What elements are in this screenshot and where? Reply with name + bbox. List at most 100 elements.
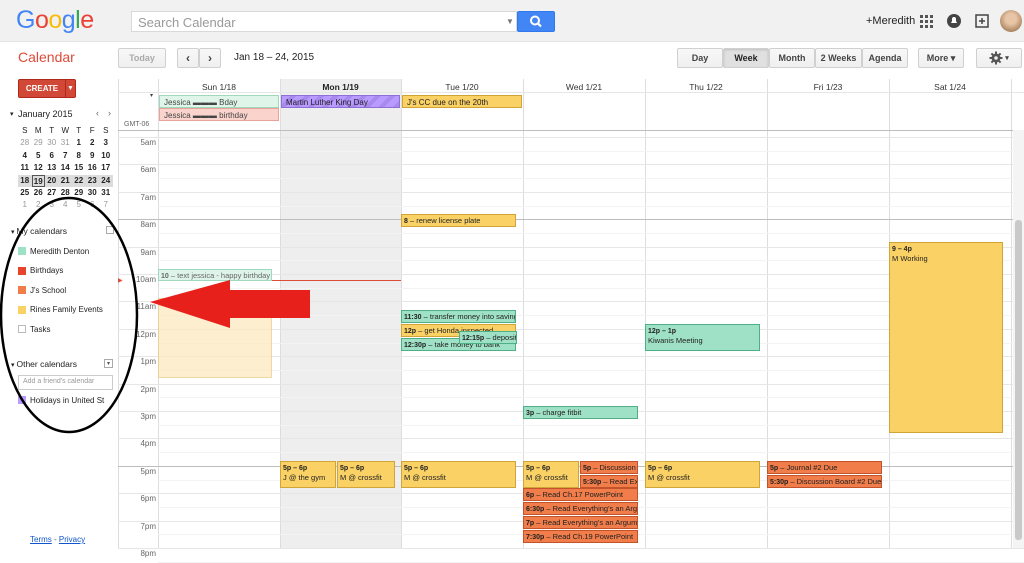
day-header[interactable]: Thu 1/22 [645,82,767,92]
calendar-item[interactable]: Meredith Denton [18,245,89,257]
mini-day[interactable]: 25 [18,187,32,199]
mini-day[interactable]: 5 [32,150,46,162]
mini-day[interactable]: 4 [18,150,32,162]
terms-link[interactable]: Terms [30,535,52,544]
calendar-event[interactable]: 8 – renew license plate [401,214,516,227]
calendar-event[interactable]: 10 – text jessica - happy birthday [158,269,272,281]
mini-day[interactable]: 2 [32,199,46,211]
settings-button[interactable]: ▾ [976,48,1022,68]
calendar-item[interactable]: Birthdays [18,265,63,277]
calendar-event[interactable]: 5p – 6p M @ crossfit [337,461,395,488]
calendar-event[interactable]: 5p – Discussion [580,461,638,474]
mini-day[interactable]: 6 [45,150,59,162]
view-agenda-button[interactable]: Agenda [862,48,908,68]
avatar[interactable] [1000,10,1022,32]
calendar-color-swatch[interactable] [18,325,26,334]
mini-day[interactable]: 26 [32,187,46,199]
mini-day[interactable]: 31 [99,187,113,199]
mini-day[interactable]: 24 [99,174,113,187]
mini-day[interactable]: 29 [72,187,86,199]
faded-event[interactable] [158,298,272,378]
apps-grid-icon[interactable] [916,11,936,31]
privacy-link[interactable]: Privacy [59,535,85,544]
mini-day[interactable]: 27 [45,187,59,199]
day-header[interactable]: Mon 1/19 [280,82,401,92]
mini-day[interactable]: 30 [45,137,59,149]
mini-day[interactable]: 5 [72,199,86,211]
search-button[interactable] [517,11,555,32]
allday-event[interactable]: J's CC due on the 20th [402,95,522,108]
create-dropdown-icon[interactable]: ▼ [65,80,75,97]
mini-day[interactable]: 12 [32,162,46,174]
previous-week-button[interactable]: ‹ [177,48,199,68]
other-calendars-header[interactable]: ▾ Other calendars [11,359,77,369]
day-header[interactable]: Sun 1/18 [158,82,280,92]
mini-day[interactable]: 20 [45,174,59,187]
calendar-event[interactable]: 7p – Read Everything's an Argument [523,516,638,529]
mini-day[interactable]: 14 [59,162,73,174]
mini-day[interactable]: 29 [32,137,46,149]
view-2weeks-button[interactable]: 2 Weeks [815,48,862,68]
today-button[interactable]: Today [118,48,166,68]
day-header[interactable]: Wed 1/21 [523,82,645,92]
view-month-button[interactable]: Month [769,48,815,68]
mini-day[interactable]: 1 [18,199,32,211]
allday-event[interactable]: Jessica ▬▬▬ Bday [159,95,279,108]
notifications-bell-icon[interactable] [944,11,964,31]
mini-day[interactable]: 1 [72,137,86,149]
collapse-allday-icon[interactable]: ▾ [150,92,153,99]
calendar-color-swatch[interactable] [18,396,26,404]
mini-day[interactable]: 21 [58,174,72,187]
calendar-event[interactable]: 5p – 6p M @ crossfit [523,461,579,488]
google-logo[interactable]: Google [16,6,94,35]
mini-day[interactable]: 23 [85,174,99,187]
calendar-event[interactable]: 5p – 6p J @ the gym [280,461,336,488]
calendar-event[interactable]: 12:15p – deposit [459,331,517,344]
user-name-link[interactable]: +Meredith [866,15,915,27]
mini-prev-icon[interactable]: ‹ [96,108,99,118]
more-button[interactable]: More ▾ [918,48,964,68]
calendar-event[interactable]: 3p – charge fitbit [523,406,638,419]
calendar-event[interactable]: 12p – 1p Kiwanis Meeting [645,324,760,351]
mini-day[interactable]: 31 [59,137,73,149]
scrollbar-thumb[interactable] [1015,220,1022,540]
mini-day[interactable]: 15 [72,162,86,174]
calendar-event[interactable]: 5:30p – Read Ex [580,475,638,488]
mini-day[interactable]: 30 [86,187,100,199]
calendar-event[interactable]: 5p – 6p M @ crossfit [645,461,760,488]
next-week-button[interactable]: › [199,48,221,68]
mini-day[interactable]: 17 [99,162,113,174]
calendar-color-swatch[interactable] [18,266,26,275]
calendar-event[interactable]: 6:30p – Read Everything's an Argument [523,502,638,515]
mini-day[interactable]: 8 [72,150,86,162]
mini-day[interactable]: 13 [45,162,59,174]
day-header[interactable]: Tue 1/20 [401,82,523,92]
create-button[interactable]: CREATE ▼ [18,79,76,98]
mini-day[interactable]: 16 [86,162,100,174]
mini-day[interactable]: 7 [99,199,113,211]
my-calendars-menu-icon[interactable] [106,226,114,234]
view-day-button[interactable]: Day [677,48,723,68]
mini-day[interactable]: 22 [72,174,86,187]
search-input[interactable]: Search Calendar [131,11,517,32]
mini-calendar-title[interactable]: January 2015 [18,109,73,119]
calendar-color-swatch[interactable] [18,286,26,295]
calendar-event[interactable]: 6p – Read Ch.17 PowerPoint [523,488,638,501]
calendar-event[interactable]: 5p – Journal #2 Due [767,461,882,474]
view-week-button[interactable]: Week [723,48,769,68]
other-calendars-menu-icon[interactable]: ▾ [104,359,113,368]
mini-day[interactable]: 18 [18,174,32,187]
calendar-event[interactable]: 7:30p – Read Ch.19 PowerPoint [523,530,638,543]
mini-day[interactable]: 28 [18,137,32,149]
calendar-event[interactable]: 5p – 6p M @ crossfit [401,461,516,488]
calendar-item[interactable]: Tasks [18,323,50,335]
allday-event[interactable]: Martin Luther King Day [281,95,400,108]
allday-event[interactable]: Jessica ▬▬▬ birthday [159,108,279,121]
mini-day[interactable]: 11 [18,162,32,174]
calendar-item[interactable]: J's School [18,284,66,296]
day-header[interactable]: Fri 1/23 [767,82,889,92]
collapse-arrow-icon[interactable]: ▾ [10,110,14,118]
calendar-event[interactable]: 9 – 4p M Working [889,242,1003,433]
calendar-event[interactable]: 11:30 – transfer money into savings [401,310,516,323]
mini-day[interactable]: 19 [31,174,45,187]
